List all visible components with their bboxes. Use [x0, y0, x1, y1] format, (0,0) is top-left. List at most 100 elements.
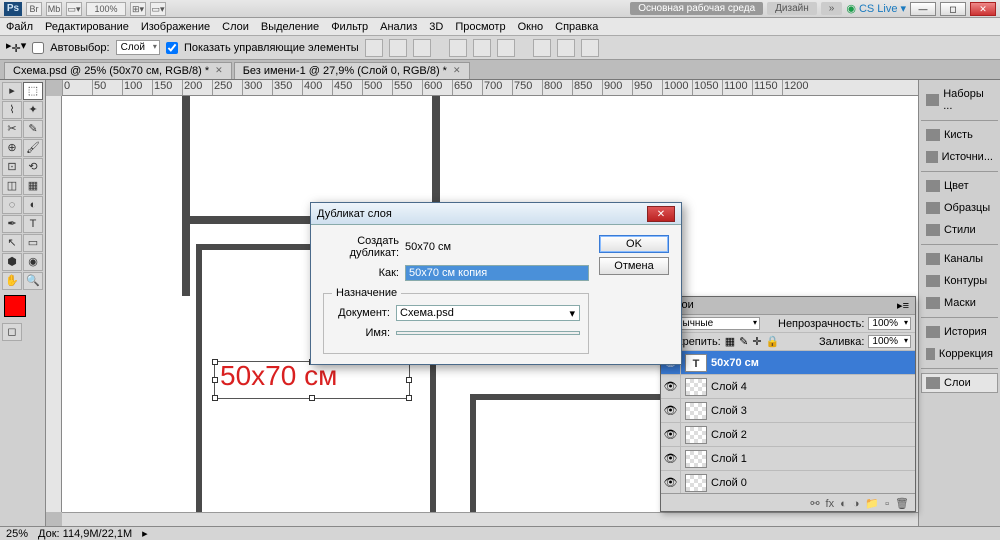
lock-all-icon[interactable]: 🔒 [766, 335, 780, 348]
tool-3d[interactable]: ⬢ [2, 253, 22, 271]
menu-window[interactable]: Окно [518, 21, 544, 33]
tab-close-icon[interactable]: ✕ [215, 65, 223, 77]
link-icon[interactable]: ⚯ [810, 497, 819, 510]
lock-transparency-icon[interactable]: ▦ [725, 335, 735, 348]
menu-layer[interactable]: Слои [222, 21, 249, 33]
tool-blur[interactable]: ◌ [2, 196, 22, 214]
fill-input[interactable]: 100% [868, 335, 911, 348]
menu-file[interactable]: Файл [6, 21, 33, 33]
tool-pen[interactable]: ✒ [2, 215, 22, 233]
layer-row[interactable]: 👁Слой 3 [661, 399, 915, 423]
align-icon-5[interactable] [473, 39, 491, 57]
name-input[interactable] [396, 331, 580, 335]
panel-color[interactable]: Цвет [921, 176, 998, 196]
layer-row[interactable]: 👁Слой 2 [661, 423, 915, 447]
panel-paths[interactable]: Контуры [921, 271, 998, 291]
scrollbar-horizontal[interactable] [62, 512, 918, 526]
menu-help[interactable]: Справка [555, 21, 598, 33]
showcontrols-checkbox[interactable] [166, 42, 178, 54]
tool-3dcam[interactable]: ◉ [23, 253, 43, 271]
menu-image[interactable]: Изображение [141, 21, 210, 33]
mask-icon[interactable]: ◐ [840, 498, 847, 510]
autoselect-checkbox[interactable] [32, 42, 44, 54]
document-select[interactable]: Схема.psd▾ [396, 305, 580, 321]
tool-crop[interactable]: ✂ [2, 120, 22, 138]
tab-schema[interactable]: Схема.psd @ 25% (50x70 см, RGB/8) *✕ [4, 62, 232, 79]
tool-eraser[interactable]: ◫ [2, 177, 22, 195]
newlayer-icon[interactable]: ▫ [885, 498, 889, 510]
align-icon-6[interactable] [497, 39, 515, 57]
zoom-preset[interactable]: 100% [86, 2, 126, 16]
align-icon-4[interactable] [449, 39, 467, 57]
menu-edit[interactable]: Редактирование [45, 21, 129, 33]
arrange-icon[interactable]: ⊞▾ [130, 2, 146, 16]
align-icon-2[interactable] [389, 39, 407, 57]
tool-shape[interactable]: ▭ [23, 234, 43, 252]
minimize-button[interactable]: — [910, 2, 936, 16]
panel-brush[interactable]: Кисть [921, 125, 998, 145]
menu-3d[interactable]: 3D [429, 21, 443, 33]
layer-row[interactable]: 👁Слой 1 [661, 447, 915, 471]
ok-button[interactable]: OK [599, 235, 669, 253]
panel-styles[interactable]: Стили [921, 220, 998, 240]
tool-history[interactable]: ⟲ [23, 158, 43, 176]
align-icon-1[interactable] [365, 39, 383, 57]
panel-channels[interactable]: Каналы [921, 249, 998, 269]
cancel-button[interactable]: Отмена [599, 257, 669, 275]
move-tool-icon[interactable]: ▸✛▾ [6, 39, 26, 55]
layer-row[interactable]: 👁Слой 4 [661, 375, 915, 399]
panel-layers[interactable]: Слои [921, 373, 998, 393]
bridge-icon[interactable]: Br [26, 2, 42, 16]
tool-stamp[interactable]: ⊡ [2, 158, 22, 176]
menu-view[interactable]: Просмотр [455, 21, 505, 33]
workspace-primary[interactable]: Основная рабочая среда [630, 2, 763, 15]
visibility-icon[interactable]: 👁 [661, 471, 681, 493]
workspace-more[interactable]: » [821, 2, 843, 15]
tool-brush[interactable]: 🖌 [23, 139, 43, 157]
tool-lasso[interactable]: ⌇ [2, 101, 22, 119]
status-zoom[interactable]: 25% [6, 528, 28, 540]
tool-dodge[interactable]: ◐ [23, 196, 43, 214]
dialog-close-button[interactable]: ✕ [647, 206, 675, 222]
delete-icon[interactable]: 🗑 [895, 497, 909, 510]
tool-wand[interactable]: ✦ [23, 101, 43, 119]
menu-filter[interactable]: Фильтр [331, 21, 368, 33]
viewmode-icon[interactable]: ▭▾ [66, 2, 82, 16]
panel-sets[interactable]: Наборы ... [921, 84, 998, 116]
visibility-icon[interactable]: 👁 [661, 447, 681, 470]
cslive-button[interactable]: ◉CS Live▾ [846, 2, 906, 15]
minibridge-icon[interactable]: Mb [46, 2, 62, 16]
distribute-icon-1[interactable] [533, 39, 551, 57]
quickmask-icon[interactable]: ◻ [2, 323, 22, 341]
panel-masks[interactable]: Маски [921, 293, 998, 313]
foreground-color[interactable] [4, 295, 26, 317]
layer-row[interactable]: 👁Слой 0 [661, 471, 915, 493]
lock-paint-icon[interactable]: ✎ [739, 335, 748, 348]
tab-untitled[interactable]: Без имени-1 @ 27,9% (Слой 0, RGB/8) *✕ [234, 62, 470, 79]
tool-text[interactable]: T [23, 215, 43, 233]
panel-sources[interactable]: Источни... [921, 147, 998, 167]
panel-adjustments[interactable]: Коррекция [921, 344, 998, 364]
tool-gradient[interactable]: ▦ [23, 177, 43, 195]
distribute-icon-2[interactable] [557, 39, 575, 57]
panel-menu-icon[interactable]: ▸≡ [897, 299, 909, 312]
visibility-icon[interactable]: 👁 [661, 399, 681, 422]
adjustment-icon[interactable]: ◑ [853, 498, 860, 510]
maximize-button[interactable]: ◻ [940, 2, 966, 16]
screenmode-icon[interactable]: ▭▾ [150, 2, 166, 16]
fx-icon[interactable]: fx [826, 498, 835, 510]
menu-select[interactable]: Выделение [261, 21, 319, 33]
as-input[interactable]: 50x70 см копия [405, 265, 589, 281]
tool-move[interactable]: ▸ [2, 82, 22, 100]
layer-row[interactable]: 👁T50x70 см [661, 351, 915, 375]
panel-history[interactable]: История [921, 322, 998, 342]
distribute-icon-3[interactable] [581, 39, 599, 57]
tool-eyedrop[interactable]: ✎ [23, 120, 43, 138]
tool-marquee[interactable]: ⬚ [23, 82, 43, 100]
menu-analysis[interactable]: Анализ [380, 21, 417, 33]
tool-heal[interactable]: ⊕ [2, 139, 22, 157]
panel-swatches[interactable]: Образцы [921, 198, 998, 218]
close-button[interactable]: ✕ [970, 2, 996, 16]
tool-path[interactable]: ↖ [2, 234, 22, 252]
autoselect-mode[interactable]: Слой [116, 40, 160, 55]
